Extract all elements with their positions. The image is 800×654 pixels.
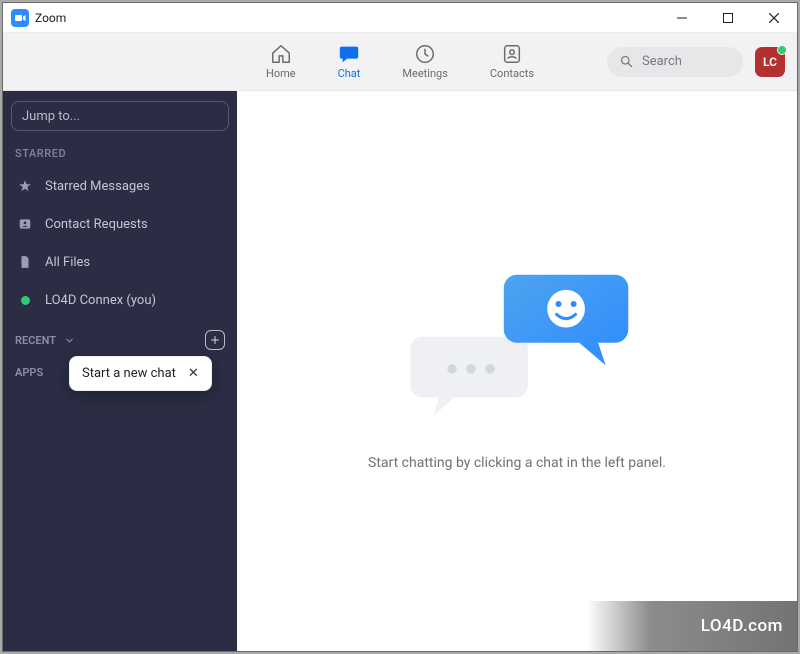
chat-empty-state: Start chatting by clicking a chat in the… (237, 91, 797, 651)
home-icon (270, 43, 292, 65)
recent-section-header[interactable]: RECENT (11, 322, 229, 352)
profile-avatar[interactable]: LC (755, 47, 785, 77)
zoom-app-icon (11, 9, 29, 27)
top-nav: Home Chat Meetings Contacts (3, 33, 797, 91)
watermark-text: LO4D.com (701, 616, 783, 636)
sidebar-item-contact-requests[interactable]: Contact Requests (11, 208, 229, 240)
sidebar-item-label: Starred Messages (45, 179, 150, 194)
nav-chat-label: Chat (338, 67, 361, 80)
body: Jump to... STARRED Starred Messages Cont… (3, 91, 797, 651)
close-button[interactable] (751, 3, 797, 33)
presence-icon (17, 292, 33, 308)
sidebar-item-label: LO4D Connex (you) (45, 293, 156, 308)
clock-icon (414, 43, 436, 65)
app-window: Zoom Home Chat Meet (2, 2, 798, 652)
recent-section-label: RECENT (15, 334, 56, 347)
maximize-button[interactable] (705, 3, 751, 33)
apps-section-header[interactable]: APPS Start a new chat ✕ (11, 358, 229, 381)
titlebar: Zoom (3, 3, 797, 33)
sidebar-item-label: Contact Requests (45, 217, 148, 232)
sidebar: Jump to... STARRED Starred Messages Cont… (3, 91, 237, 651)
jump-to-placeholder: Jump to... (22, 109, 80, 124)
minimize-button[interactable] (659, 3, 705, 33)
empty-state-illustration (407, 271, 627, 431)
presence-dot-icon (777, 45, 787, 55)
jump-to-input[interactable]: Jump to... (11, 101, 229, 131)
file-icon (17, 254, 33, 270)
avatar-initials: LC (763, 55, 777, 69)
tooltip-text: Start a new chat (82, 366, 176, 381)
window-title: Zoom (35, 11, 66, 25)
sidebar-item-all-files[interactable]: All Files (11, 246, 229, 278)
chat-icon (338, 43, 360, 65)
nav-home[interactable]: Home (258, 39, 304, 84)
new-chat-tooltip: Start a new chat ✕ (69, 356, 212, 391)
nav-meetings-label: Meetings (402, 67, 447, 80)
search-placeholder: Search (642, 54, 682, 69)
nav-contacts-label: Contacts (490, 67, 534, 80)
apps-section-label: APPS (15, 366, 43, 379)
nav-meetings[interactable]: Meetings (394, 39, 455, 84)
nav-contacts[interactable]: Contacts (482, 39, 542, 84)
watermark: LO4D.com (587, 601, 797, 651)
new-chat-button[interactable] (205, 330, 225, 350)
search-icon (619, 54, 634, 69)
plus-icon (209, 334, 221, 346)
contacts-icon (501, 43, 523, 65)
nav-home-label: Home (266, 67, 296, 80)
tooltip-close-button[interactable]: ✕ (188, 366, 199, 381)
starred-section-label: STARRED (11, 137, 229, 164)
sidebar-item-starred-messages[interactable]: Starred Messages (11, 170, 229, 202)
contact-card-icon (17, 216, 33, 232)
nav-chat[interactable]: Chat (330, 39, 369, 84)
sidebar-item-label: All Files (45, 255, 90, 270)
search-input[interactable]: Search (607, 47, 743, 77)
star-icon (17, 178, 33, 194)
chevron-down-icon (64, 335, 75, 346)
speech-bubble-blue-icon (501, 271, 633, 371)
empty-state-hint: Start chatting by clicking a chat in the… (368, 455, 666, 471)
sidebar-item-self[interactable]: LO4D Connex (you) (11, 284, 229, 316)
